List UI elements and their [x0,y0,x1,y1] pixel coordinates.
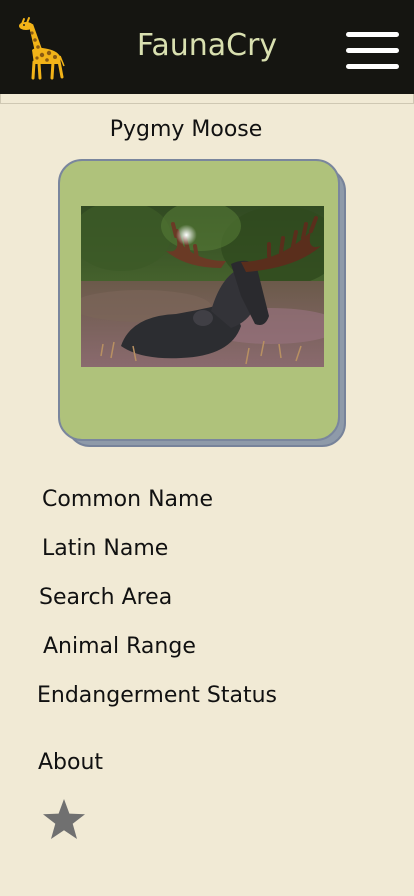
nav-search-area[interactable]: Search Area [39,585,172,610]
nav-common-name[interactable]: Common Name [42,487,213,512]
moose-photo [81,206,324,367]
menu-bar-bottom [346,64,399,69]
hamburger-menu-icon[interactable] [346,32,400,72]
nav-endangerment-status[interactable]: Endangerment Status [37,683,277,708]
top-app-bar: FaunaCry [0,0,414,94]
menu-bar-top [346,32,399,37]
header-divider [0,94,414,104]
star-icon[interactable] [41,797,87,843]
animal-card[interactable] [58,159,340,441]
nav-animal-range[interactable]: Animal Range [43,634,196,659]
menu-bar-middle [346,48,399,53]
animal-name: Pygmy Moose [109,117,263,142]
nav-latin-name[interactable]: Latin Name [42,536,168,561]
nav-about[interactable]: About [38,750,103,775]
moose-illustration [81,206,324,367]
app-title-text: FaunaCry [136,28,278,63]
